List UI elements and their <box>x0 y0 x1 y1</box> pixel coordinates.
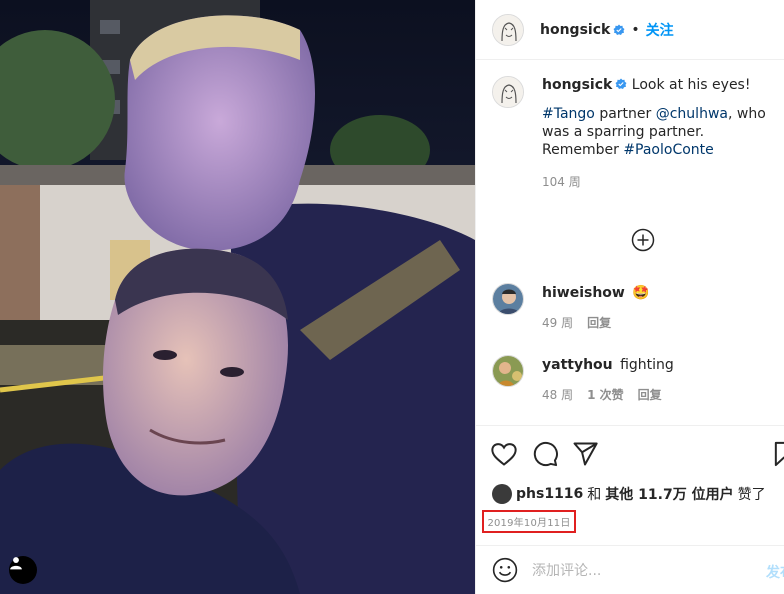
likes-and-text: 和 <box>587 487 602 503</box>
header-separator: • <box>631 21 640 38</box>
avatar-photo-icon <box>493 284 523 314</box>
verified-badge-icon <box>615 78 627 89</box>
caption: hongsick Look at his eyes! #Tango partne… <box>492 76 782 191</box>
comment-input[interactable] <box>532 560 752 582</box>
post-comment-button[interactable]: 发布 <box>766 562 784 582</box>
heart-icon[interactable] <box>490 440 518 468</box>
comment-text: fighting <box>620 357 674 373</box>
commenter-avatar[interactable] <box>492 355 524 387</box>
post-header: hongsick • 关注 <box>476 0 784 60</box>
comment-like-count[interactable]: 1 次赞 <box>587 388 624 402</box>
user-tag-button[interactable] <box>9 556 37 584</box>
follow-button[interactable]: 关注 <box>646 20 674 40</box>
post-photo[interactable] <box>0 0 475 594</box>
hashtag-link[interactable]: #PaoloConte <box>623 142 713 158</box>
liker-avatar[interactable] <box>492 484 512 504</box>
comment-item: hiweishow 🤩 49 周回复 <box>492 283 782 332</box>
commenter-username[interactable]: yattyhou <box>542 357 613 373</box>
divider <box>476 545 784 546</box>
likes-count-link[interactable]: 其他 11.7万 位用户 <box>605 484 733 504</box>
add-circle-icon[interactable] <box>631 228 655 252</box>
likes-summary: phs1116 和 其他 11.7万 位用户 赞了 <box>492 484 770 504</box>
comment-item: yattyhou fighting 48 周 1 次赞 回复 <box>492 355 782 404</box>
share-icon[interactable] <box>571 440 599 468</box>
caption-text: Look at his eyes! <box>631 77 751 93</box>
bookmark-icon[interactable] <box>770 440 784 468</box>
reply-button[interactable]: 回复 <box>638 388 662 402</box>
post-side-panel: hongsick • 关注 hongsick Look at his eyes! <box>475 0 784 594</box>
comment-icon[interactable] <box>531 440 559 468</box>
hashtag-link[interactable]: #Tango <box>542 106 595 122</box>
comment-age[interactable]: 49 周 <box>542 316 573 330</box>
author-avatar[interactable] <box>492 13 524 46</box>
commenter-username[interactable]: hiweishow <box>542 285 625 301</box>
post-date[interactable]: 2019年10月11日 <box>482 510 576 533</box>
likes-suffix-text: 赞了 <box>737 487 766 503</box>
author-username[interactable]: hongsick <box>540 22 610 38</box>
liker-username[interactable]: phs1116 <box>516 486 583 502</box>
divider <box>476 425 784 426</box>
emoji-icon[interactable] <box>492 557 518 583</box>
comment-text: 🤩 <box>632 285 650 301</box>
avatar-photo-icon <box>493 356 523 386</box>
avatar-sketch-icon <box>493 14 523 45</box>
comment-age[interactable]: 48 周 <box>542 388 573 402</box>
reply-button[interactable]: 回复 <box>587 316 611 330</box>
verified-badge-icon <box>613 24 625 35</box>
user-tag-icon <box>10 557 22 570</box>
commenter-avatar[interactable] <box>492 283 524 315</box>
avatar-sketch-icon <box>493 77 523 107</box>
caption-age[interactable]: 104 周 <box>542 175 581 189</box>
caption-text: partner <box>594 106 656 122</box>
caption-avatar[interactable] <box>492 76 524 108</box>
caption-username[interactable]: hongsick <box>542 77 612 93</box>
mention-link[interactable]: @chulhwa <box>656 106 728 122</box>
photo-image <box>0 0 475 594</box>
